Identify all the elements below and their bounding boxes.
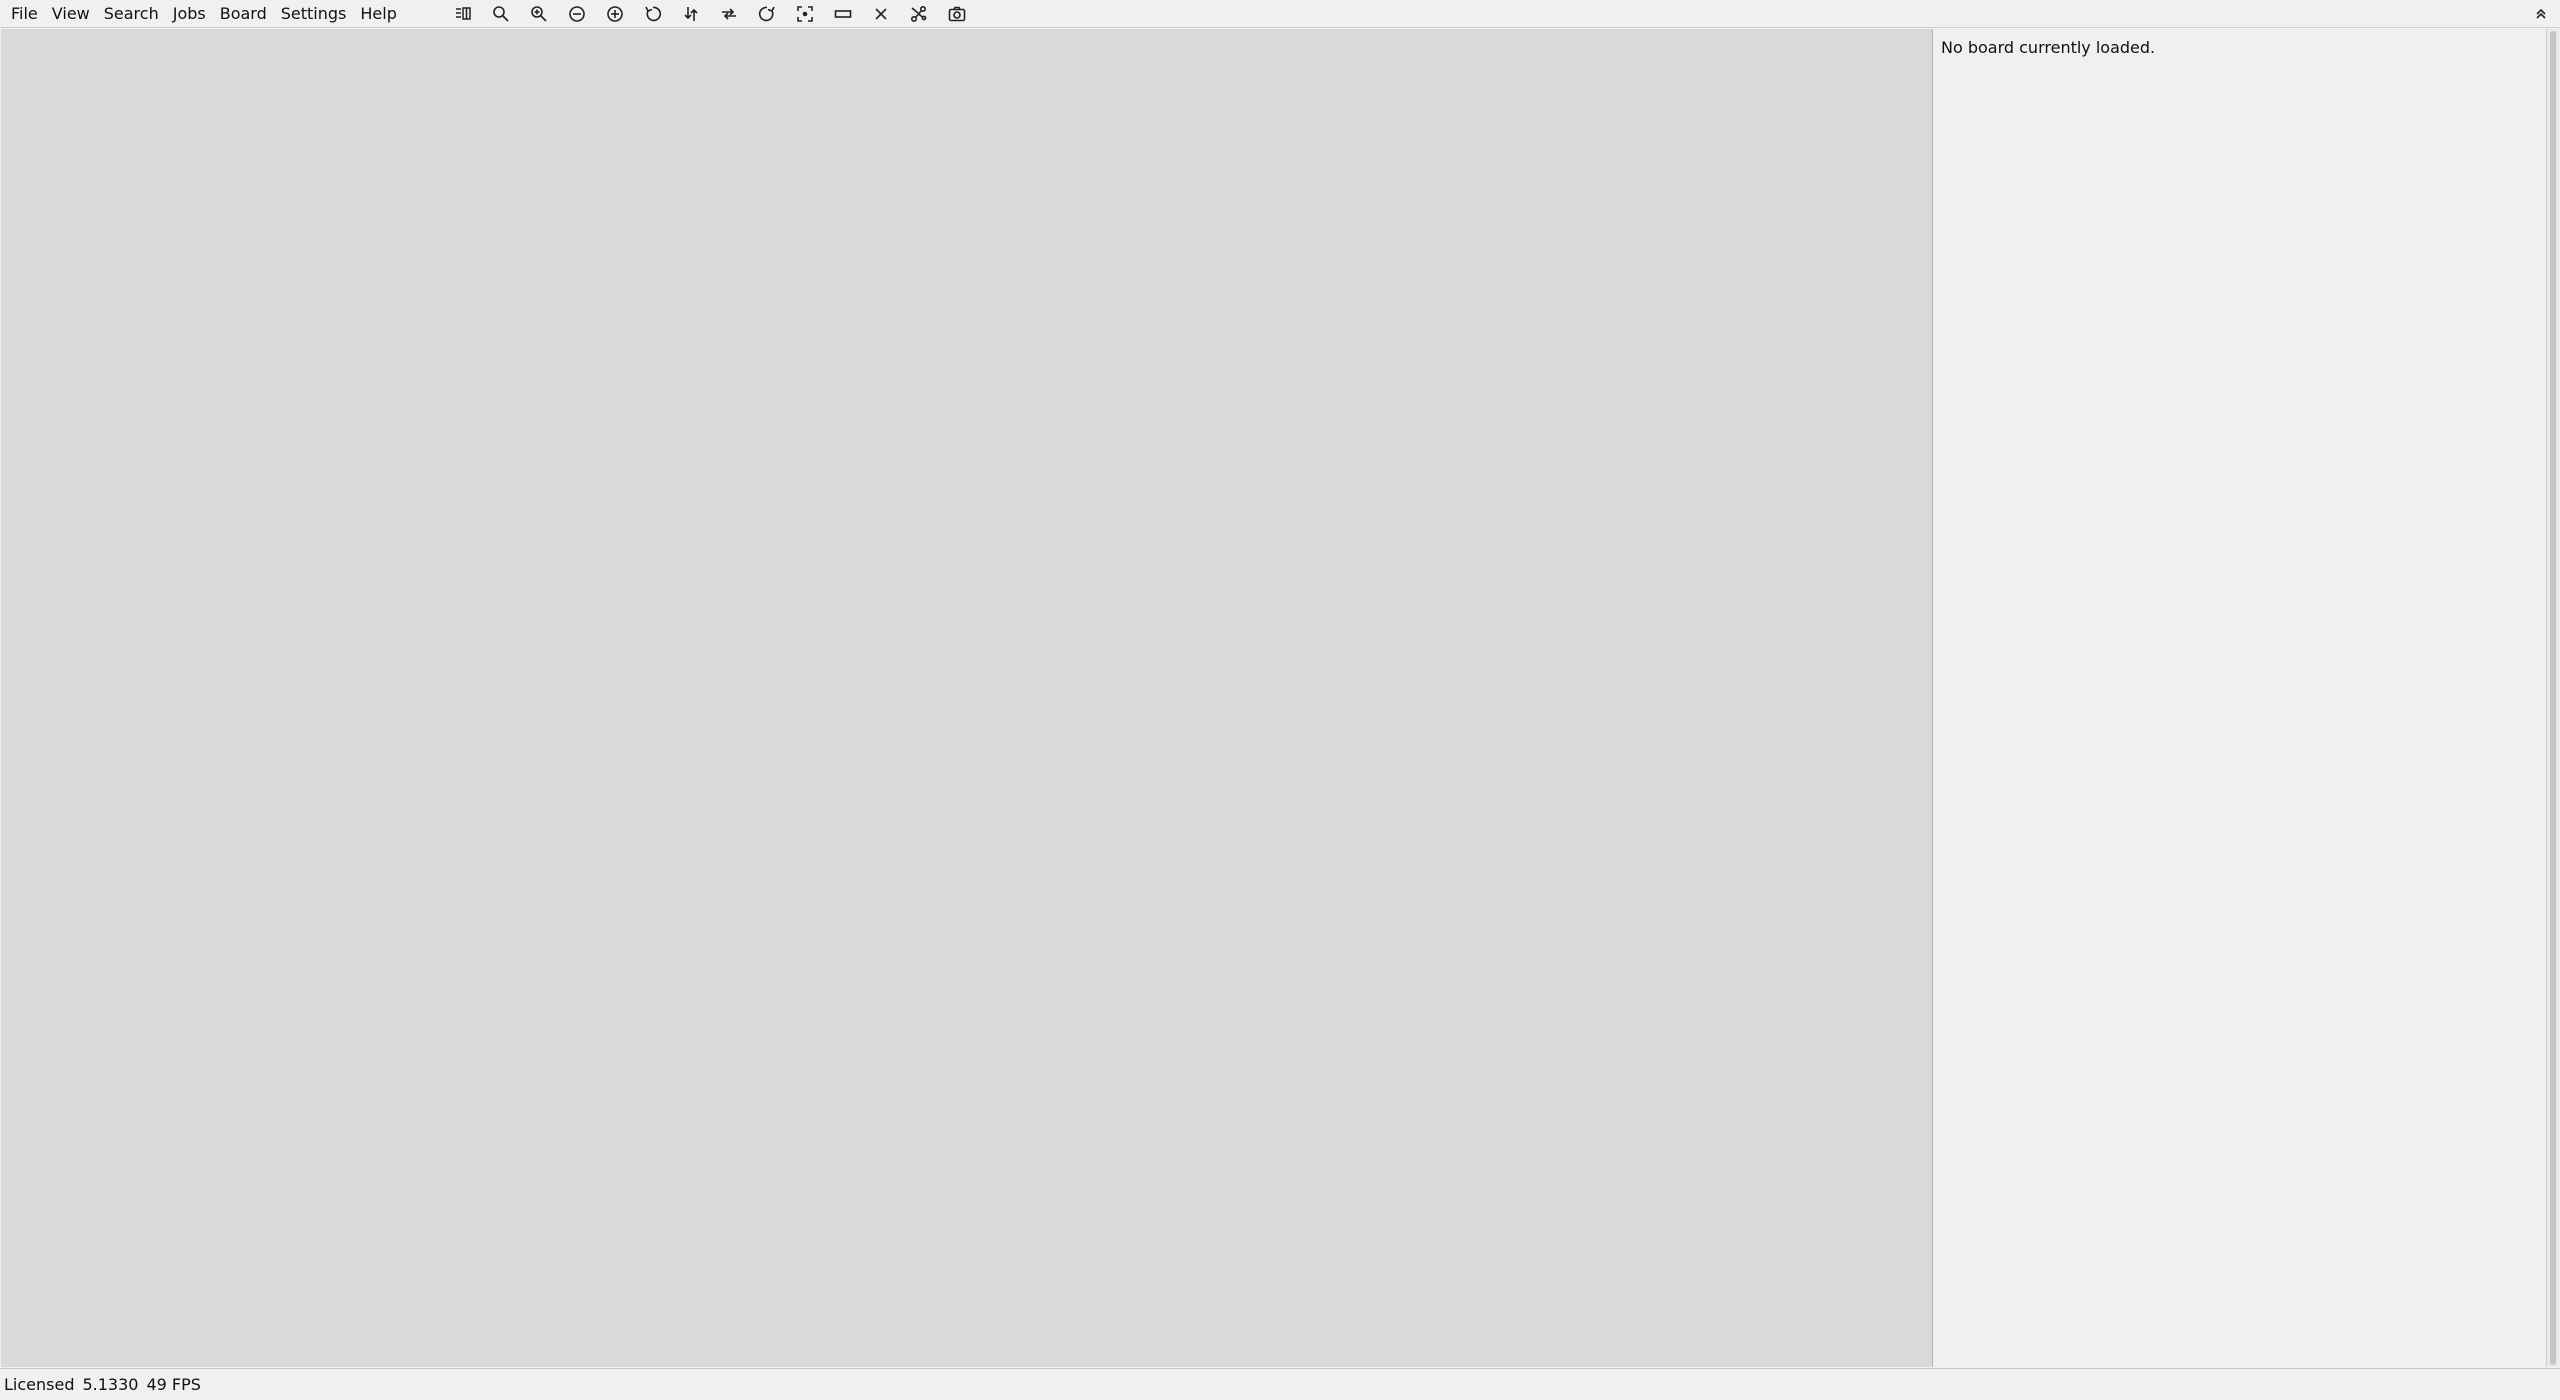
net-tool-button[interactable] (900, 0, 938, 28)
zoom-in-circle-button[interactable] (596, 0, 634, 28)
close-icon (875, 8, 887, 20)
zoom-button[interactable] (482, 0, 520, 28)
zoom-in-button[interactable] (520, 0, 558, 28)
rotate-left-icon (645, 6, 662, 22)
no-board-message: No board currently loaded. (1941, 38, 2156, 57)
fps-counter: 49 FPS (146, 1375, 201, 1394)
camera-icon (948, 6, 966, 22)
zoom-in-icon (531, 6, 547, 22)
flip-horizontal-button[interactable] (710, 0, 748, 28)
zoom-icon (493, 6, 509, 22)
menu-search[interactable]: Search (97, 0, 166, 28)
zoom-in-circle-icon (607, 6, 623, 22)
close-button[interactable] (862, 0, 900, 28)
menu-help[interactable]: Help (353, 0, 403, 28)
flip-horizontal-icon (722, 8, 736, 20)
menu-jobs[interactable]: Jobs (166, 0, 213, 28)
fit-to-screen-icon (797, 6, 813, 22)
flip-vertical-button[interactable] (672, 0, 710, 28)
top-bar: File View Search Jobs Board Settings Hel… (0, 0, 2560, 28)
app-window: File View Search Jobs Board Settings Hel… (0, 0, 2560, 1400)
zoom-out-button[interactable] (558, 0, 596, 28)
rotate-left-button[interactable] (634, 0, 672, 28)
menu-board[interactable]: Board (213, 0, 274, 28)
menu-settings[interactable]: Settings (274, 0, 354, 28)
toolbar (444, 0, 976, 28)
info-panel-scrollbar[interactable] (2546, 29, 2559, 1367)
fit-to-screen-button[interactable] (786, 0, 824, 28)
menu-view[interactable]: View (45, 0, 97, 28)
menu-bar: File View Search Jobs Board Settings Hel… (0, 0, 404, 28)
rotate-right-icon (758, 6, 775, 22)
panel-layout-button[interactable] (444, 0, 482, 28)
board-outline-icon (834, 10, 852, 18)
scrollbar-thumb[interactable] (2550, 31, 2556, 1365)
license-status: Licensed (4, 1375, 75, 1394)
version-label: 5.1330 (82, 1375, 139, 1394)
collapse-toolbar-button[interactable] (2530, 3, 2552, 25)
rotate-right-button[interactable] (748, 0, 786, 28)
flip-vertical-icon (684, 7, 698, 21)
net-tool-icon (910, 5, 927, 23)
board-canvas[interactable] (1, 29, 1933, 1367)
chevron-double-up-icon (2536, 8, 2546, 19)
screenshot-button[interactable] (938, 0, 976, 28)
board-outline-button[interactable] (824, 0, 862, 28)
status-bar: Licensed 5.1330 49 FPS (0, 1368, 2560, 1400)
info-panel: No board currently loaded. (1933, 29, 2544, 1367)
zoom-out-circle-icon (569, 6, 585, 22)
menu-file[interactable]: File (0, 0, 45, 28)
panel-layout-icon (456, 7, 471, 20)
